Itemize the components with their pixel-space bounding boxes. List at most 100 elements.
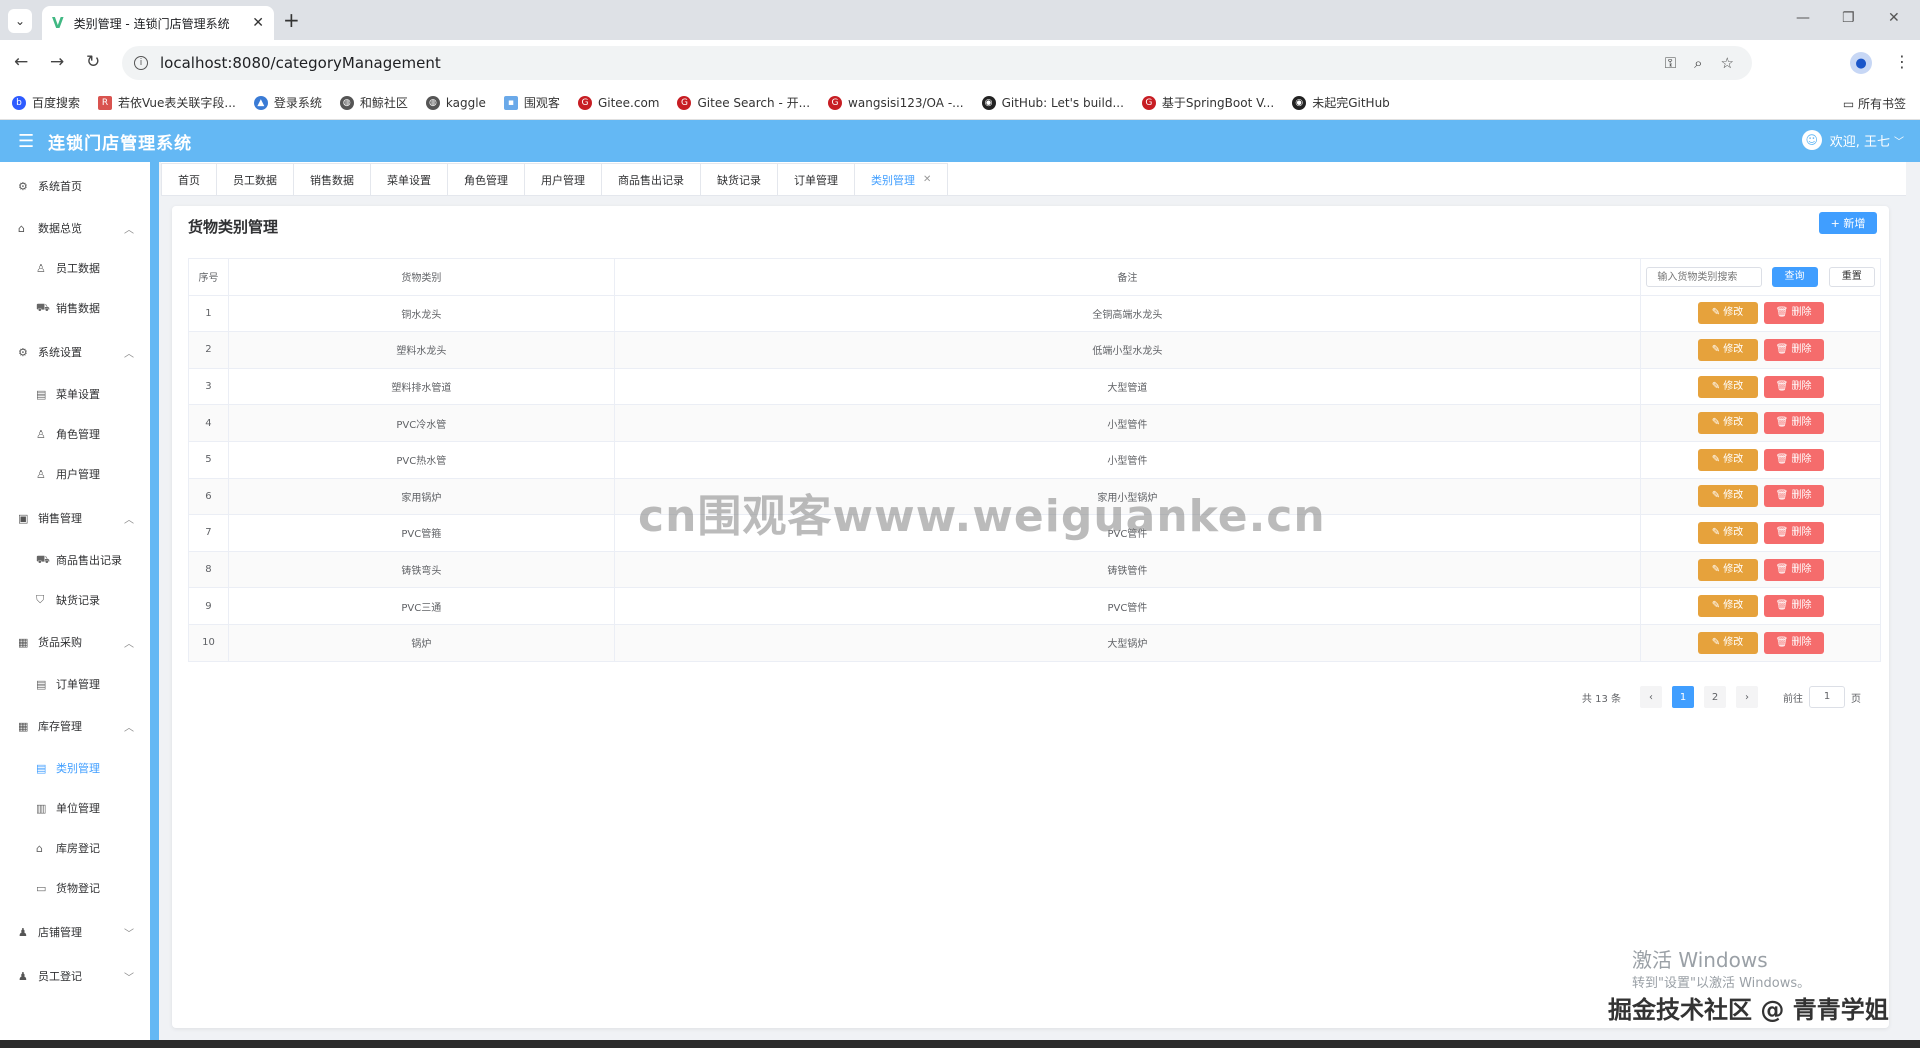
cell-index: 1 [188, 294, 229, 333]
delete-button[interactable]: 🗑 删除 [1763, 412, 1824, 435]
tag-category-management[interactable]: 类别管理 ✕ [854, 163, 949, 195]
bookmark-item[interactable]: G Gitee.com [577, 95, 659, 110]
sidebar-item-employee-data[interactable]: ♙ 员工数据 [0, 254, 150, 282]
sidebar-group-purchasing[interactable]: ▦ 货品采购 ︿ [0, 628, 150, 656]
sidebar-group-inventory[interactable]: ▦ 库存管理 ︿ [0, 712, 150, 740]
delete-button[interactable]: 🗑 删除 [1763, 595, 1824, 618]
close-icon[interactable]: ✕ [252, 15, 264, 31]
page-button[interactable]: 1 [1672, 686, 1694, 708]
cell-index: 6 [188, 477, 229, 516]
forward-icon[interactable]: → [50, 52, 64, 72]
search-button[interactable]: 查询 [1771, 266, 1818, 287]
sidebar-group-employee-registration[interactable]: ♟ 员工登记 ﹀ [0, 962, 150, 990]
url-input[interactable]: i localhost:8080/categoryManagement ⚿ ⌕ … [122, 46, 1752, 80]
bookmark-item[interactable]: ◉ GitHub: Let's build... [981, 95, 1124, 110]
sidebar-item-home[interactable]: ⚙ 系统首页 [0, 172, 150, 200]
tag-out-of-stock[interactable]: 缺货记录 [700, 163, 778, 195]
add-button[interactable]: + 新增 [1819, 212, 1877, 234]
bookmark-item[interactable]: ◉ 未起完GitHub [1292, 94, 1390, 111]
gear-icon: ⚙ [18, 345, 28, 359]
all-bookmarks-button[interactable]: ▭ 所有书签 [1843, 95, 1906, 112]
bookmark-item[interactable]: R 若依Vue表关联字段... [98, 94, 236, 111]
tag-home[interactable]: 首页 [161, 163, 217, 195]
profile-avatar-icon[interactable]: ● [1850, 52, 1872, 74]
page-button[interactable]: 2 [1704, 686, 1726, 708]
delete-button[interactable]: 🗑 删除 [1763, 631, 1824, 654]
sidebar-scrollbar[interactable] [150, 162, 159, 1042]
delete-button[interactable]: 🗑 删除 [1763, 338, 1824, 361]
edit-button[interactable]: ✎ 修改 [1697, 338, 1758, 361]
restore-icon[interactable]: ❐ [1842, 10, 1855, 26]
bookmark-favicon-icon: ▲ [253, 95, 268, 110]
bookmark-item[interactable]: G 基于SpringBoot V... [1141, 94, 1274, 111]
tag-role-management[interactable]: 角色管理 [447, 163, 525, 195]
delete-button[interactable]: 🗑 删除 [1763, 558, 1824, 581]
bookmark-item[interactable]: ◍ kaggle [425, 95, 486, 110]
sidebar-item-category-management[interactable]: ▤ 类别管理 [0, 754, 150, 782]
close-icon[interactable]: ✕ [923, 174, 931, 185]
bookmark-star-icon[interactable]: ☆ [1721, 54, 1734, 72]
edit-button[interactable]: ✎ 修改 [1697, 558, 1758, 581]
sidebar-group-system-settings[interactable]: ⚙ 系统设置 ︿ [0, 338, 150, 366]
window-close-icon[interactable]: ✕ [1888, 10, 1900, 26]
sidebar-group-sales-management[interactable]: ▣ 销售管理 ︿ [0, 504, 150, 532]
edit-button[interactable]: ✎ 修改 [1697, 485, 1758, 508]
bookmark-item[interactable]: G Gitee Search - 开... [677, 94, 810, 111]
bookmark-favicon-icon: ▪ [503, 95, 518, 110]
sidebar-item-sales-records[interactable]: ⛟ 商品售出记录 [0, 546, 150, 574]
sidebar-group-data-overview[interactable]: ⌂ 数据总览 ︿ [0, 214, 150, 242]
sidebar-item-order-management[interactable]: ▤ 订单管理 [0, 670, 150, 698]
sidebar-item-unit-management[interactable]: ▥ 单位管理 [0, 794, 150, 822]
reset-button[interactable]: 重置 [1828, 266, 1875, 287]
tab-search-button[interactable]: ⌄ [8, 9, 32, 33]
prev-page-icon[interactable]: ‹ [1640, 686, 1662, 708]
edit-button[interactable]: ✎ 修改 [1697, 595, 1758, 618]
edit-button[interactable]: ✎ 修改 [1697, 375, 1758, 398]
browser-tab[interactable]: V 类别管理 - 连锁门店管理系统 ✕ [42, 6, 274, 40]
sidebar-item-user-management[interactable]: ♙ 用户管理 [0, 460, 150, 488]
tag-order-management[interactable]: 订单管理 [777, 163, 855, 195]
bookmark-item[interactable]: b 百度搜索 [12, 94, 80, 111]
bookmark-item[interactable]: ▲ 登录系统 [253, 94, 322, 111]
minimize-icon[interactable]: — [1796, 10, 1810, 26]
reload-icon[interactable]: ↻ [86, 52, 100, 72]
menu-toggle-icon[interactable]: ☰ [18, 131, 34, 152]
edit-button[interactable]: ✎ 修改 [1697, 302, 1758, 325]
next-page-icon[interactable]: › [1736, 686, 1758, 708]
tag-menu-settings[interactable]: 菜单设置 [370, 163, 448, 195]
sidebar-item-warehouse-registration[interactable]: ⌂ 库房登记 [0, 834, 150, 862]
tag-employee-data[interactable]: 员工数据 [216, 163, 294, 195]
delete-button[interactable]: 🗑 删除 [1763, 485, 1824, 508]
delete-button[interactable]: 🗑 删除 [1763, 521, 1824, 544]
edit-button[interactable]: ✎ 修改 [1697, 521, 1758, 544]
edit-button[interactable]: ✎ 修改 [1697, 448, 1758, 471]
bookmark-item[interactable]: Gwangsisi123/OA -... [828, 95, 964, 110]
back-icon[interactable]: ← [14, 52, 28, 72]
edit-button[interactable]: ✎ 修改 [1697, 631, 1758, 654]
user-dropdown[interactable]: ☺ 欢迎, 王七 ﹀ [1801, 130, 1904, 150]
tag-sales-records[interactable]: 商品售出记录 [601, 163, 701, 195]
sidebar-item-role-management[interactable]: ♙ 角色管理 [0, 420, 150, 448]
new-tab-icon[interactable]: + [283, 8, 300, 32]
sidebar-item-goods-registration[interactable]: ▭ 货物登记 [0, 874, 150, 902]
gitee-icon: G [677, 95, 692, 110]
sidebar-item-out-of-stock[interactable]: ⛉ 缺货记录 [0, 586, 150, 614]
tag-user-management[interactable]: 用户管理 [524, 163, 602, 195]
edit-button[interactable]: ✎ 修改 [1697, 412, 1758, 435]
sidebar-item-menu-settings[interactable]: ▤ 菜单设置 [0, 380, 150, 408]
delete-button[interactable]: 🗑 删除 [1763, 375, 1824, 398]
delete-button[interactable]: 🗑 删除 [1763, 302, 1824, 325]
search-input[interactable] [1646, 267, 1763, 288]
site-info-icon[interactable]: i [134, 56, 148, 70]
delete-button[interactable]: 🗑 删除 [1763, 448, 1824, 471]
cell-actions: ✎ 修改 🗑 删除 [1640, 331, 1881, 369]
more-menu-icon[interactable]: ⋮ [1894, 52, 1910, 71]
sidebar-item-sales-data[interactable]: ⛟ 销售数据 [0, 294, 150, 322]
bookmark-item[interactable]: ◍ 和鲸社区 [339, 94, 408, 111]
bookmark-item[interactable]: ▪ 围观客 [503, 94, 560, 111]
password-key-icon[interactable]: ⚿ [1665, 54, 1676, 72]
goto-page-input[interactable]: 1 [1809, 686, 1845, 708]
sidebar-group-store-management[interactable]: ♟ 店铺管理 ﹀ [0, 918, 150, 946]
tag-sales-data[interactable]: 销售数据 [293, 163, 371, 195]
zoom-icon[interactable]: ⌕ [1694, 54, 1702, 72]
